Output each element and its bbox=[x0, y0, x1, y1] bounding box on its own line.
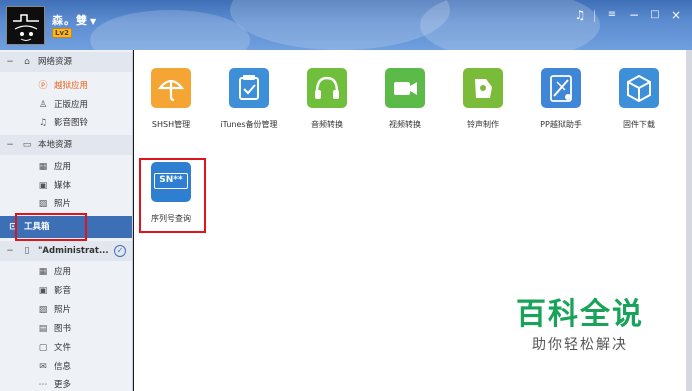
umbrella-icon bbox=[151, 68, 191, 108]
sidebar-group-label: 网络资源 bbox=[38, 57, 73, 67]
monitor-icon: ▭ bbox=[22, 140, 32, 150]
sidebar: − ⌂ 网络资源 ⓟ 越狱应用 ♙ 正版应用 ♫ 影音图铃 − ▭ 本地资源 ▦… bbox=[0, 50, 133, 391]
sidebar-item-local-media[interactable]: ▣ 媒体 bbox=[0, 176, 132, 196]
tool-label: 固件下载 bbox=[623, 120, 655, 129]
highlight-box bbox=[15, 213, 87, 241]
book-icon: ▤ bbox=[38, 324, 48, 334]
sidebar-item-jailbreak-apps[interactable]: ⓟ 越狱应用 bbox=[0, 76, 132, 96]
check-icon: ✓ bbox=[114, 245, 126, 257]
sidebar-item-label: 更多 bbox=[54, 380, 72, 390]
camera-icon: ▣ bbox=[38, 181, 48, 191]
tool-label: 视频转换 bbox=[389, 120, 421, 129]
tool-video-convert[interactable]: 视频转换 bbox=[365, 68, 445, 130]
watermark-title: 百科全说 bbox=[516, 297, 644, 332]
collapse-icon: − bbox=[6, 140, 14, 150]
more-icon: ⋯ bbox=[38, 380, 48, 390]
sidebar-item-device-photos[interactable]: ▨ 照片 bbox=[0, 300, 132, 320]
avatar[interactable] bbox=[6, 6, 45, 45]
tool-audio-convert[interactable]: 音频转换 bbox=[287, 68, 367, 130]
sidebar-item-device-media[interactable]: ▣ 影音 bbox=[0, 281, 132, 301]
tool-label: SHSH管理 bbox=[151, 120, 191, 129]
sidebar-item-label: 信息 bbox=[54, 362, 72, 372]
backup-icon bbox=[229, 68, 269, 108]
sidebar-group-label: "Administrat... bbox=[38, 246, 109, 256]
message-icon: ✉ bbox=[39, 362, 47, 372]
home-icon: ⌂ bbox=[24, 57, 30, 67]
bell-icon bbox=[463, 68, 503, 108]
minimize-icon[interactable]: − bbox=[626, 8, 642, 22]
headphones-icon bbox=[307, 68, 347, 108]
tool-shsh-manager[interactable]: SHSH管理 bbox=[131, 68, 211, 130]
sidebar-item-label: 越狱应用 bbox=[54, 81, 89, 91]
sidebar-item-local-photos[interactable]: ▨ 照片 bbox=[0, 194, 132, 214]
grid-icon: ▦ bbox=[38, 267, 48, 277]
header-background-cloud bbox=[90, 10, 250, 50]
photo-icon: ▨ bbox=[38, 199, 48, 209]
sidebar-item-label: 影音图铃 bbox=[54, 118, 89, 128]
store-icon: ⓟ bbox=[38, 81, 48, 91]
tool-ringtone-maker[interactable]: 铃声制作 bbox=[443, 68, 523, 130]
music-note-icon[interactable]: ♫ bbox=[572, 8, 588, 22]
sidebar-group-local[interactable]: − ▭ 本地资源 bbox=[0, 135, 132, 155]
sidebar-group-label: 本地资源 bbox=[38, 140, 73, 150]
cube-icon bbox=[619, 68, 659, 108]
sidebar-item-label: 文件 bbox=[54, 343, 72, 353]
close-icon[interactable]: × bbox=[668, 8, 684, 22]
sidebar-item-label: 媒体 bbox=[54, 181, 72, 191]
username-dropdown[interactable]: 森。雙 ▼ bbox=[52, 12, 97, 28]
phone-icon: ▯ bbox=[24, 246, 30, 256]
collapse-icon: − bbox=[6, 57, 14, 67]
sidebar-item-media-ringtones[interactable]: ♫ 影音图铃 bbox=[0, 113, 132, 133]
sidebar-item-device-books[interactable]: ▤ 图书 bbox=[0, 319, 132, 339]
file-icon: ▢ bbox=[38, 343, 48, 353]
sidebar-item-device-apps[interactable]: ▦ 应用 bbox=[0, 262, 132, 282]
tool-label: PP越狱助手 bbox=[540, 120, 582, 129]
sidebar-item-label: 照片 bbox=[54, 199, 72, 209]
header-background-cloud bbox=[230, 0, 450, 50]
watermark: 百科全说 助你轻松解决 bbox=[516, 298, 644, 354]
sidebar-group-device[interactable]: − ▯ "Administrat... ✓ bbox=[0, 241, 132, 261]
sidebar-item-label: 应用 bbox=[54, 267, 72, 277]
scrollbar[interactable] bbox=[686, 50, 692, 391]
sidebar-item-device-messages[interactable]: ✉ 信息 bbox=[0, 357, 132, 377]
watermark-subtitle: 助你轻松解决 bbox=[532, 337, 628, 353]
tool-label: 音频转换 bbox=[311, 120, 343, 129]
tool-label: 铃声制作 bbox=[467, 120, 499, 129]
tool-pp-jailbreak[interactable]: PP越狱助手 bbox=[521, 68, 601, 130]
level-badge: Lv2 bbox=[52, 28, 72, 38]
photo-icon: ▨ bbox=[38, 305, 48, 315]
video-camera-icon bbox=[385, 68, 425, 108]
jailbreak-icon bbox=[541, 68, 581, 108]
maximize-icon[interactable]: □ bbox=[647, 8, 663, 22]
tool-firmware-download[interactable]: 固件下载 bbox=[599, 68, 679, 130]
username-label: 森。雙 bbox=[52, 14, 88, 27]
collapse-icon: − bbox=[6, 246, 14, 256]
sidebar-item-label: 照片 bbox=[54, 305, 72, 315]
tool-itunes-backup[interactable]: iTunes备份管理 bbox=[209, 68, 289, 130]
title-bar: 森。雙 ▼ Lv2 ♫ ≡ − □ × bbox=[0, 0, 692, 50]
divider bbox=[594, 10, 595, 22]
sidebar-group-network[interactable]: − ⌂ 网络资源 bbox=[0, 52, 132, 72]
highlight-box bbox=[139, 158, 206, 233]
sidebar-item-label: 影音 bbox=[54, 286, 72, 296]
grid-icon: ▦ bbox=[38, 162, 48, 172]
sidebar-item-local-apps[interactable]: ▦ 应用 bbox=[0, 157, 132, 177]
app-store-icon: ♙ bbox=[38, 100, 48, 110]
sidebar-item-device-files[interactable]: ▢ 文件 bbox=[0, 338, 132, 358]
menu-icon[interactable]: ≡ bbox=[604, 8, 620, 22]
sidebar-item-label: 正版应用 bbox=[54, 100, 89, 110]
camera-icon: ▣ bbox=[38, 286, 48, 296]
sidebar-item-label: 图书 bbox=[54, 324, 72, 334]
chevron-down-icon: ▼ bbox=[90, 17, 98, 26]
sidebar-item-device-more[interactable]: ⋯ 更多 bbox=[0, 375, 132, 391]
music-icon: ♫ bbox=[38, 118, 48, 128]
sidebar-item-label: 应用 bbox=[54, 162, 72, 172]
sidebar-item-official-apps[interactable]: ♙ 正版应用 bbox=[0, 95, 132, 115]
tool-label: iTunes备份管理 bbox=[220, 120, 278, 129]
